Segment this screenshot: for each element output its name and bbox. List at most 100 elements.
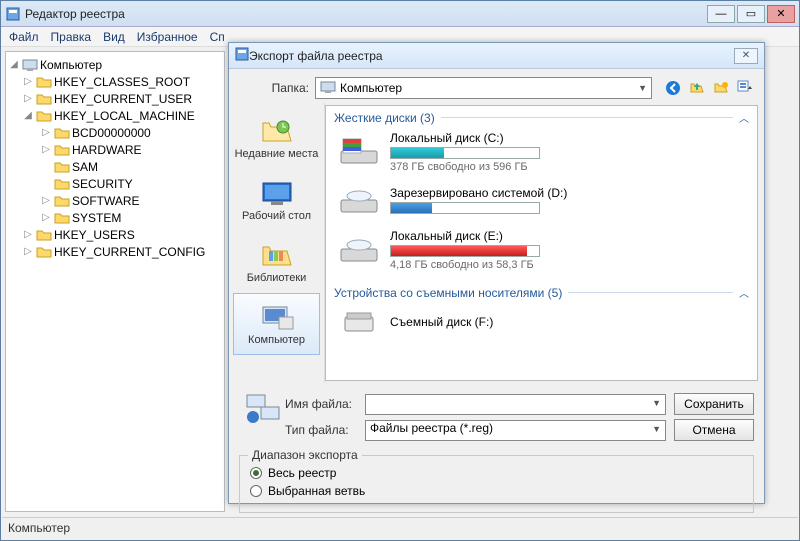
drive-e[interactable]: Локальный диск (E:) 4,18 ГБ свободно из … bbox=[334, 223, 749, 277]
tree-root[interactable]: Компьютер bbox=[40, 58, 102, 72]
dialog-body: Недавние места Рабочий стол Библиотеки К… bbox=[229, 103, 764, 383]
libraries-icon bbox=[257, 240, 297, 272]
drive-d[interactable]: Зарезервировано системой (D:) bbox=[334, 179, 749, 223]
place-desktop[interactable]: Рабочий стол bbox=[233, 169, 320, 231]
chevron-up-icon[interactable]: ︿ bbox=[739, 110, 749, 125]
dialog-titlebar[interactable]: Экспорт файла реестра ✕ bbox=[229, 43, 764, 69]
folder-icon bbox=[54, 143, 70, 157]
group-header[interactable]: Жесткие диски (3) ︿ bbox=[334, 110, 749, 125]
folder-row: Папка: Компьютер ▼ bbox=[229, 69, 764, 103]
group-header[interactable]: Устройства со съемными носителями (5) ︿ bbox=[334, 285, 749, 300]
export-range-group: Диапазон экспорта Весь реестр Выбранная … bbox=[239, 455, 754, 513]
regedit-icon bbox=[5, 6, 21, 22]
filename-label: Имя файла: bbox=[285, 397, 365, 411]
save-button[interactable]: Сохранить bbox=[674, 393, 754, 415]
drive-name: Локальный диск (C:) bbox=[390, 131, 745, 145]
usage-bar bbox=[390, 245, 540, 257]
drive-f[interactable]: Съемный диск (F:) bbox=[334, 300, 749, 344]
statusbar: Компьютер bbox=[2, 517, 798, 539]
computer-icon bbox=[320, 80, 336, 97]
drive-free: 4,18 ГБ свободно из 58,3 ГБ bbox=[390, 259, 745, 271]
folder-icon bbox=[36, 75, 52, 89]
place-recent[interactable]: Недавние места bbox=[233, 107, 320, 169]
export-range-legend: Диапазон экспорта bbox=[248, 448, 362, 462]
expander-icon[interactable]: ▷ bbox=[40, 144, 52, 155]
file-list[interactable]: Жесткие диски (3) ︿ Локальный диск (C:) … bbox=[325, 105, 758, 381]
cancel-button[interactable]: Отмена bbox=[674, 419, 754, 441]
place-computer[interactable]: Компьютер bbox=[233, 293, 320, 355]
folder-icon bbox=[54, 160, 70, 174]
up-icon[interactable] bbox=[688, 79, 706, 97]
radio-label: Весь реестр bbox=[268, 466, 336, 480]
main-titlebar[interactable]: Редактор реестра — ▭ ✕ bbox=[1, 1, 799, 27]
tree-hkcr[interactable]: HKEY_CLASSES_ROOT bbox=[54, 75, 190, 89]
window-controls: — ▭ ✕ bbox=[707, 5, 795, 23]
tree-item[interactable]: BCD00000000 bbox=[72, 126, 151, 140]
minimize-button[interactable]: — bbox=[707, 5, 735, 23]
menu-file[interactable]: Файл bbox=[9, 30, 39, 44]
expander-icon[interactable]: ◢ bbox=[8, 59, 20, 70]
group-hdd: Жесткие диски (3) ︿ Локальный диск (C:) … bbox=[326, 106, 757, 281]
chevron-down-icon[interactable]: ▼ bbox=[652, 424, 661, 434]
drive-c[interactable]: Локальный диск (C:) 378 ГБ свободно из 5… bbox=[334, 125, 749, 179]
expander-icon[interactable]: ▷ bbox=[22, 76, 34, 87]
drive-name: Съемный диск (F:) bbox=[390, 315, 745, 329]
place-label: Недавние места bbox=[233, 148, 321, 160]
expander-icon[interactable]: ▷ bbox=[22, 229, 34, 240]
new-folder-icon[interactable] bbox=[712, 79, 730, 97]
folder-label: Папка: bbox=[239, 81, 309, 95]
folder-icon bbox=[54, 177, 70, 191]
radio-branch[interactable]: Выбранная ветвь bbox=[250, 484, 743, 498]
tree-hklm[interactable]: HKEY_LOCAL_MACHINE bbox=[54, 109, 195, 123]
place-label: Компьютер bbox=[233, 334, 321, 346]
registry-tree[interactable]: ◢ Компьютер ▷ HKEY_CLASSES_ROOT ▷ HKEY_CURR… bbox=[5, 51, 225, 512]
chevron-up-icon[interactable]: ︿ bbox=[739, 285, 749, 300]
folder-value: Компьютер bbox=[340, 81, 402, 95]
place-label: Библиотеки bbox=[233, 272, 321, 284]
menu-view[interactable]: Вид bbox=[103, 30, 125, 44]
tree-hku[interactable]: HKEY_USERS bbox=[54, 228, 135, 242]
menu-help[interactable]: Сп bbox=[210, 30, 225, 44]
folder-combo[interactable]: Компьютер ▼ bbox=[315, 77, 652, 99]
usage-bar bbox=[390, 202, 540, 214]
tree-item[interactable]: SECURITY bbox=[72, 177, 133, 191]
main-title: Редактор реестра bbox=[25, 7, 707, 21]
folder-icon bbox=[36, 245, 52, 259]
usage-bar bbox=[390, 147, 540, 159]
tree-item[interactable]: SYSTEM bbox=[72, 211, 121, 225]
tree-hkcu[interactable]: HKEY_CURRENT_USER bbox=[54, 92, 192, 106]
toolbar-icons bbox=[664, 79, 754, 97]
expander-icon[interactable]: ▷ bbox=[22, 93, 34, 104]
back-icon[interactable] bbox=[664, 79, 682, 97]
expander-icon[interactable]: ▷ bbox=[22, 246, 34, 257]
tree-item[interactable]: HARDWARE bbox=[72, 143, 142, 157]
filename-input[interactable]: ▼ bbox=[365, 394, 666, 415]
expander-icon[interactable]: ▷ bbox=[40, 195, 52, 206]
maximize-button[interactable]: ▭ bbox=[737, 5, 765, 23]
close-button[interactable]: ✕ bbox=[767, 5, 795, 23]
folder-icon bbox=[54, 194, 70, 208]
dialog-close-button[interactable]: ✕ bbox=[734, 48, 758, 64]
folder-icon bbox=[36, 109, 52, 123]
chevron-down-icon[interactable]: ▼ bbox=[652, 398, 661, 408]
computer-place-icon bbox=[257, 302, 297, 334]
menu-favorites[interactable]: Избранное bbox=[137, 30, 198, 44]
folder-icon bbox=[36, 228, 52, 242]
expander-icon[interactable]: ▷ bbox=[40, 212, 52, 223]
tree-hkcc[interactable]: HKEY_CURRENT_CONFIG bbox=[54, 245, 205, 259]
radio-label: Выбранная ветвь bbox=[268, 484, 365, 498]
drive-free: 378 ГБ свободно из 596 ГБ bbox=[390, 161, 745, 173]
expander-icon[interactable]: ◢ bbox=[22, 110, 34, 121]
radio-all[interactable]: Весь реестр bbox=[250, 466, 743, 480]
menu-edit[interactable]: Правка bbox=[51, 30, 92, 44]
place-libraries[interactable]: Библиотеки bbox=[233, 231, 320, 293]
tree-item[interactable]: SAM bbox=[72, 160, 98, 174]
group-title: Жесткие диски (3) bbox=[334, 111, 435, 125]
drive-icon bbox=[338, 185, 380, 217]
drive-icon bbox=[338, 136, 380, 168]
tree-item[interactable]: SOFTWARE bbox=[72, 194, 140, 208]
view-menu-icon[interactable] bbox=[736, 79, 754, 97]
dialog-title: Экспорт файла реестра bbox=[249, 49, 734, 63]
expander-icon[interactable]: ▷ bbox=[40, 127, 52, 138]
filetype-combo[interactable]: Файлы реестра (*.reg)▼ bbox=[365, 420, 666, 441]
